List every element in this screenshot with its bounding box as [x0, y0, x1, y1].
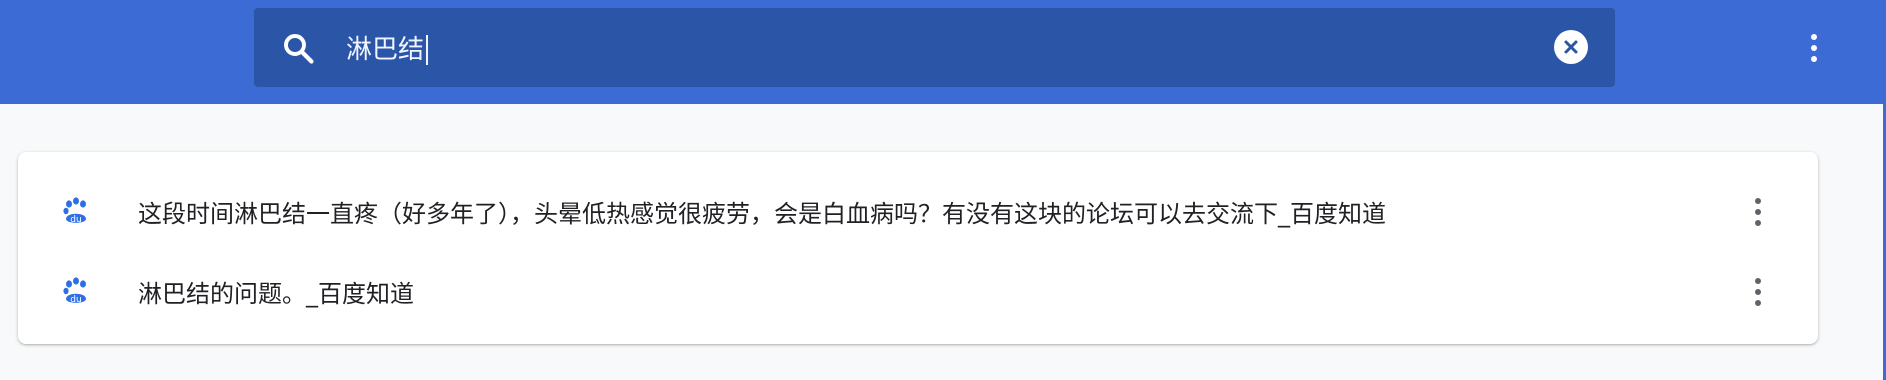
row-more-options-button[interactable] [1744, 272, 1772, 312]
more-vert-icon [1755, 198, 1761, 204]
search-icon[interactable] [280, 30, 316, 66]
suggestion-title[interactable]: 淋巴结的问题。_百度知道 [138, 254, 1738, 328]
search-bar[interactable]: 淋巴结 [254, 8, 1615, 87]
svg-text:du: du [70, 215, 81, 225]
suggestions-card: du 这段时间淋巴结一直疼（好多年了），头晕低热感觉很疲劳，会是白血病吗？有没有… [18, 152, 1818, 344]
baidu-paw-icon: du [63, 197, 86, 225]
search-page: 淋巴结 du 这段时间淋巴结一直疼（好多年了），头晕低热感觉很疲劳，会是白血病吗… [0, 0, 1886, 380]
row-more-options-button[interactable] [1744, 192, 1772, 232]
clear-search-button[interactable] [1554, 30, 1588, 64]
search-input-text: 淋巴结 [346, 35, 425, 65]
more-vert-icon [1755, 278, 1761, 284]
suggestion-title[interactable]: 这段时间淋巴结一直疼（好多年了），头晕低热感觉很疲劳，会是白血病吗？有没有这块的… [138, 174, 1738, 248]
top-bar: 淋巴结 [0, 0, 1883, 104]
search-input[interactable]: 淋巴结 [346, 8, 1466, 87]
svg-text:du: du [70, 295, 81, 305]
more-options-button[interactable] [1800, 28, 1828, 68]
more-vert-icon [1811, 34, 1817, 40]
close-icon [1564, 40, 1578, 54]
suggestion-row[interactable]: du 这段时间淋巴结一直疼（好多年了），头晕低热感觉很疲劳，会是白血病吗？有没有… [18, 174, 1818, 248]
text-caret [426, 34, 429, 65]
baidu-paw-icon: du [63, 277, 86, 305]
suggestion-row[interactable]: du 淋巴结的问题。_百度知道 [18, 254, 1818, 328]
